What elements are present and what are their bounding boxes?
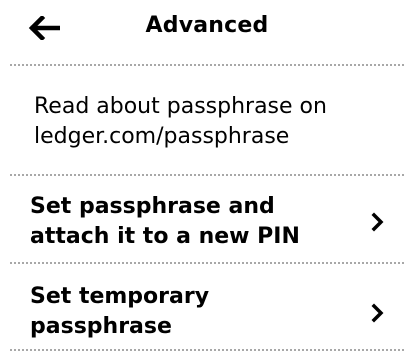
menu-item-line-2: attach it to a new PIN (30, 224, 300, 249)
info-line-2: ledger.com/passphrase (34, 124, 290, 149)
set-passphrase-pin-item[interactable]: Set passphrase and attach it to a new PI… (10, 192, 404, 254)
menu-item-label: Set passphrase and attach it to a new PI… (30, 192, 350, 252)
advanced-screen: Advanced Read about passphrase on ledger… (0, 0, 414, 352)
menu-item-line-1: Set temporary (30, 284, 210, 309)
menu-item-label: Set temporary passphrase (30, 282, 350, 342)
page-title: Advanced (145, 13, 269, 38)
header: Advanced (0, 0, 414, 62)
divider (10, 174, 404, 176)
passphrase-info-text: Read about passphrase on ledger.com/pass… (34, 92, 394, 152)
chevron-right-icon (370, 303, 386, 323)
divider (10, 349, 404, 351)
chevron-right-icon (370, 212, 386, 232)
divider (10, 262, 404, 264)
divider (10, 64, 404, 66)
menu-item-line-2: passphrase (30, 314, 172, 339)
info-line-1: Read about passphrase on (34, 94, 327, 119)
set-temporary-passphrase-item[interactable]: Set temporary passphrase (10, 282, 404, 344)
menu-item-line-1: Set passphrase and (30, 194, 275, 219)
